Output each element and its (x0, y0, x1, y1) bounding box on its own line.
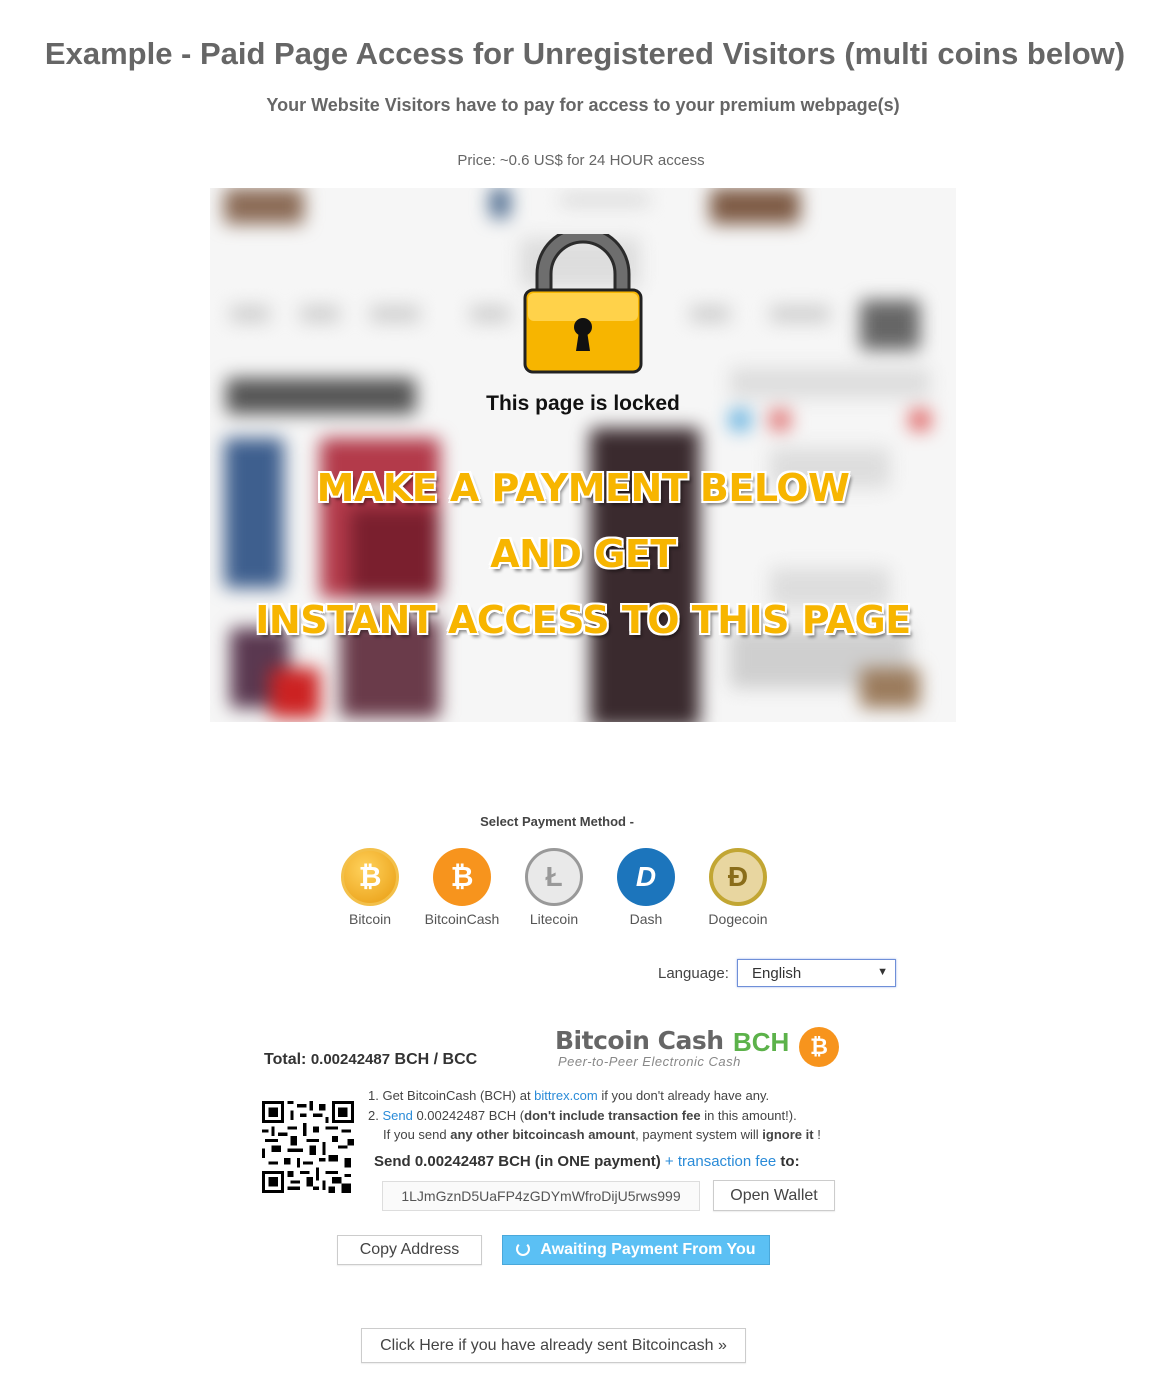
wallet-address-field[interactable]: 1LJmGznD5UaFP4zGDYmWfroDijU5rws999 (382, 1181, 700, 1211)
copy-address-button[interactable]: Copy Address (337, 1235, 482, 1265)
instruction-warning: If you send any other bitcoincash amount… (383, 1127, 821, 1142)
bitcoincash-logo-icon: ₿ (799, 1027, 839, 1067)
promo-line-1: MAKE A PAYMENT BELOW (316, 466, 850, 510)
padlock-icon (523, 234, 643, 374)
awaiting-payment-button[interactable]: Awaiting Payment From You (502, 1235, 770, 1265)
language-select[interactable]: English ▼ (737, 959, 896, 987)
spinner-icon (516, 1242, 531, 1256)
promo-line-3: INSTANT ACCESS TO THIS PAGE (255, 598, 911, 642)
bitcoin-cash-logo: Bitcoin Cash BCH Peer-to-Peer Electronic… (555, 1026, 845, 1074)
logo-ticker: BCH (733, 1027, 790, 1057)
price-text: Price: ~0.6 US$ for 24 HOUR access (457, 152, 705, 169)
logo-word: Bitcoin Cash (555, 1026, 724, 1055)
page-title: Example - Paid Page Access for Unregiste… (44, 36, 1126, 71)
total-amount: Total: 0.00242487 BCH / BCC (264, 1051, 478, 1068)
page-subtitle: Your Website Visitors have to pay for ac… (266, 95, 900, 115)
coin-label: Litecoin (529, 911, 579, 927)
coin-label: Dash (629, 911, 663, 927)
bitcoin-icon: ₿ (341, 848, 399, 906)
coin-bitcoincash[interactable]: ₿ BitcoinCash (422, 848, 502, 927)
send-link[interactable]: Send (382, 1108, 412, 1123)
select-payment-label: Select Payment Method - (480, 814, 634, 829)
already-sent-button[interactable]: Click Here if you have already sent Bitc… (361, 1328, 746, 1363)
coin-label: Bitcoin (348, 911, 392, 927)
send-instruction: Send 0.00242487 BCH (in ONE payment) + t… (374, 1153, 800, 1170)
qr-code-icon (262, 1101, 354, 1193)
coin-label: Dogecoin (708, 911, 768, 927)
bittrex-link[interactable]: bittrex.com (534, 1088, 598, 1103)
dropdown-arrow-icon: ▼ (877, 966, 888, 978)
logo-tagline: Peer-to-Peer Electronic Cash (558, 1054, 741, 1069)
language-label: Language: (658, 965, 729, 982)
payment-method-list: ₿ Bitcoin ₿ BitcoinCash Ł Litecoin D Das… (333, 848, 793, 932)
coin-dogecoin[interactable]: Ð Dogecoin (698, 848, 778, 927)
locked-text: This page is locked (486, 392, 680, 415)
coin-bitcoin[interactable]: ₿ Bitcoin (330, 848, 410, 927)
dash-icon: D (617, 848, 675, 906)
instruction-step-2: 2. Send 0.00242487 BCH (don't include tr… (368, 1107, 797, 1123)
open-wallet-button[interactable]: Open Wallet (713, 1180, 835, 1211)
locked-page-image: This page is locked MAKE A PAYMENT BELOW… (210, 188, 956, 722)
language-selected: English (752, 965, 802, 982)
coin-litecoin[interactable]: Ł Litecoin (514, 848, 594, 927)
coin-dash[interactable]: D Dash (606, 848, 686, 927)
transaction-fee-link[interactable]: + transaction fee (661, 1153, 776, 1170)
instruction-step-1: 1. Get BitcoinCash (BCH) at bittrex.com … (368, 1088, 770, 1103)
litecoin-icon: Ł (525, 848, 583, 906)
bitcoincash-icon: ₿ (433, 848, 491, 906)
promo-line-2: AND GET (490, 532, 676, 576)
payment-instructions: 1. Get BitcoinCash (BCH) at bittrex.com … (368, 1086, 821, 1145)
dogecoin-icon: Ð (709, 848, 767, 906)
coin-label: BitcoinCash (424, 911, 500, 927)
